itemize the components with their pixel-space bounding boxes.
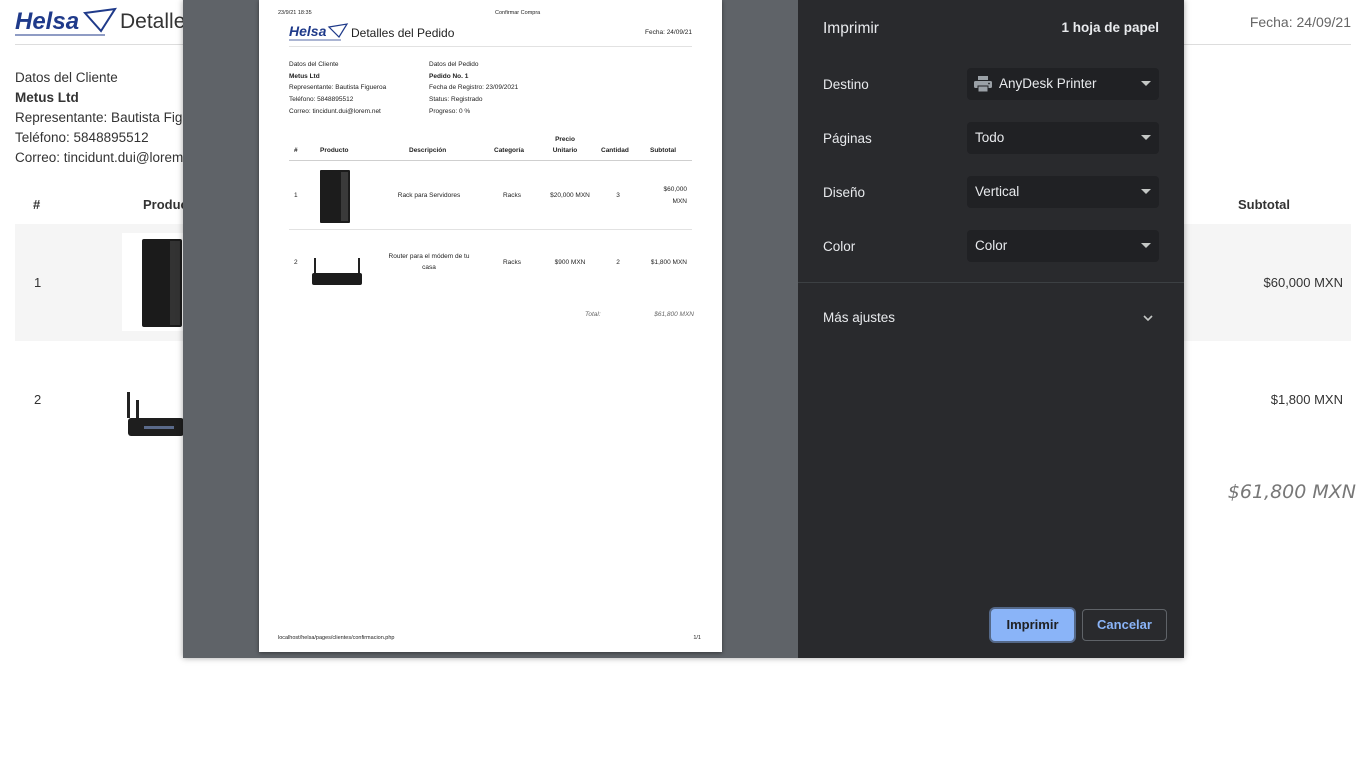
row-subtotal: $1,800 MXN [1270, 392, 1343, 407]
preview-row-price: $20,000 MXN [550, 192, 590, 199]
pages-value: Todo [975, 130, 1005, 145]
preview-divider [289, 46, 692, 47]
preview-order-progress: Progreso: 0 % [429, 108, 471, 115]
chevron-down-icon [1141, 243, 1151, 248]
chevron-down-icon [1141, 81, 1151, 86]
layout-value: Vertical [975, 184, 1020, 199]
svg-text:Helsa: Helsa [15, 8, 79, 35]
sheet-count: 1 hoja de papel [1061, 20, 1159, 35]
layout-label: Diseño [823, 185, 866, 200]
preview-row-qty: 3 [616, 192, 620, 199]
preview-router-image [311, 258, 363, 288]
preview-col-subtotal: Subtotal [650, 147, 676, 154]
preview-col-description: Descripción [409, 147, 447, 154]
more-settings-toggle[interactable]: Más ajustes [823, 310, 895, 325]
print-dialog: 23/9/21 18:35 Confirmar Compra Helsa Det… [183, 0, 1184, 658]
customer-phone: Teléfono: 5848895512 [15, 130, 149, 145]
preview-row-divider [289, 229, 692, 230]
preview-row-description: Rack para Servidores [397, 192, 461, 199]
col-product-header: Produc [143, 197, 188, 212]
preview-table-header-line [289, 160, 692, 161]
col-subtotal-header: Subtotal [1238, 197, 1290, 212]
preview-sheet: 23/9/21 18:35 Confirmar Compra Helsa Det… [259, 0, 722, 652]
row-num: 1 [34, 275, 42, 290]
order-total: $61,800 MXN [1227, 481, 1356, 503]
preview-title: Detalles del Pedido [351, 26, 455, 40]
preview-col-num: # [294, 147, 298, 154]
preview-order-heading: Datos del Pedido [429, 61, 479, 68]
page-title: Detalle [120, 10, 186, 33]
col-num-header: # [33, 197, 41, 212]
preview-page-title: Confirmar Compra [495, 10, 541, 16]
dialog-title: Imprimir [823, 20, 879, 37]
helsa-logo: Helsa [15, 7, 117, 36]
print-button[interactable]: Imprimir [991, 609, 1074, 641]
preview-row-subtotal: $1,800 MXN [650, 259, 687, 266]
print-preview-pane[interactable]: 23/9/21 18:35 Confirmar Compra Helsa Det… [183, 0, 798, 658]
preview-footer-page: 1/1 [693, 635, 701, 641]
preview-customer-rep: Representante: Bautista Figueroa [289, 84, 387, 91]
preview-row-category: Racks [502, 192, 522, 199]
color-label: Color [823, 239, 856, 254]
pages-label: Páginas [823, 131, 872, 146]
layout-select[interactable]: Vertical [967, 176, 1159, 208]
preview-col-qty: Cantidad [601, 147, 629, 154]
destination-select[interactable]: AnyDesk Printer [967, 68, 1159, 100]
preview-footer-url: localhost/helsa/pages/clientes/confirmac… [278, 635, 395, 641]
svg-text:Helsa: Helsa [289, 23, 327, 39]
row-num: 2 [34, 392, 42, 407]
preview-row-num: 1 [294, 192, 298, 199]
chevron-down-icon[interactable] [1142, 312, 1154, 324]
preview-row-subtotal: $60,000 MXN [663, 186, 688, 205]
preview-row-num: 2 [294, 259, 298, 266]
customer-name: Metus Ltd [15, 90, 79, 105]
preview-customer-email: Correo: tincidunt.dui@lorem.net [289, 108, 381, 115]
preview-customer-name: Metus Ltd [289, 73, 320, 80]
chevron-down-icon [1141, 135, 1151, 140]
customer-rep: Representante: Bautista Figu [15, 110, 190, 125]
preview-logo: Helsa [289, 23, 349, 41]
preview-col-product: Producto [320, 147, 349, 154]
preview-datetime: 23/9/21 18:35 [278, 10, 312, 16]
preview-total-value: $61,800 MXN [654, 311, 694, 318]
preview-date: Fecha: 24/09/21 [645, 29, 692, 36]
customer-heading: Datos del Cliente [15, 70, 118, 85]
preview-order-registered: Fecha de Registro: 23/09/2021 [429, 84, 519, 91]
chevron-down-icon [1141, 189, 1151, 194]
print-settings-panel: Imprimir 1 hoja de papel Destino AnyDesk… [798, 0, 1184, 658]
preview-row-price: $900 MXN [554, 259, 586, 266]
rack-image [122, 233, 184, 331]
color-select[interactable]: Color [967, 230, 1159, 262]
preview-rack-image [320, 170, 350, 223]
color-value: Color [975, 238, 1008, 253]
settings-divider [798, 282, 1184, 283]
preview-order-number: Pedido No. 1 [429, 73, 469, 80]
preview-total-label: Total: [585, 311, 601, 318]
cancel-button[interactable]: Cancelar [1082, 609, 1167, 641]
preview-col-category: Categoría [494, 147, 524, 154]
destination-label: Destino [823, 77, 869, 92]
page-date: Fecha: 24/09/21 [1249, 14, 1351, 30]
preview-customer-heading: Datos del Cliente [289, 61, 339, 68]
destination-value: AnyDesk Printer [999, 76, 1097, 91]
preview-customer-phone: Teléfono: 5848895512 [289, 96, 354, 103]
preview-row-description: Router para el módem de tu casa [388, 253, 470, 271]
customer-info: Datos del Cliente Metus Ltd Representant… [15, 68, 190, 168]
router-image [124, 392, 184, 440]
preview-col-price: Precio Unitario [552, 136, 578, 154]
row-subtotal: $60,000 MXN [1263, 275, 1344, 290]
printer-icon [974, 76, 992, 92]
preview-order-status: Status: Registrado [429, 96, 483, 103]
pages-select[interactable]: Todo [967, 122, 1159, 154]
customer-email: Correo: tincidunt.dui@lorem [15, 150, 184, 165]
preview-row-category: Racks [502, 259, 522, 266]
preview-row-qty: 2 [616, 259, 620, 266]
